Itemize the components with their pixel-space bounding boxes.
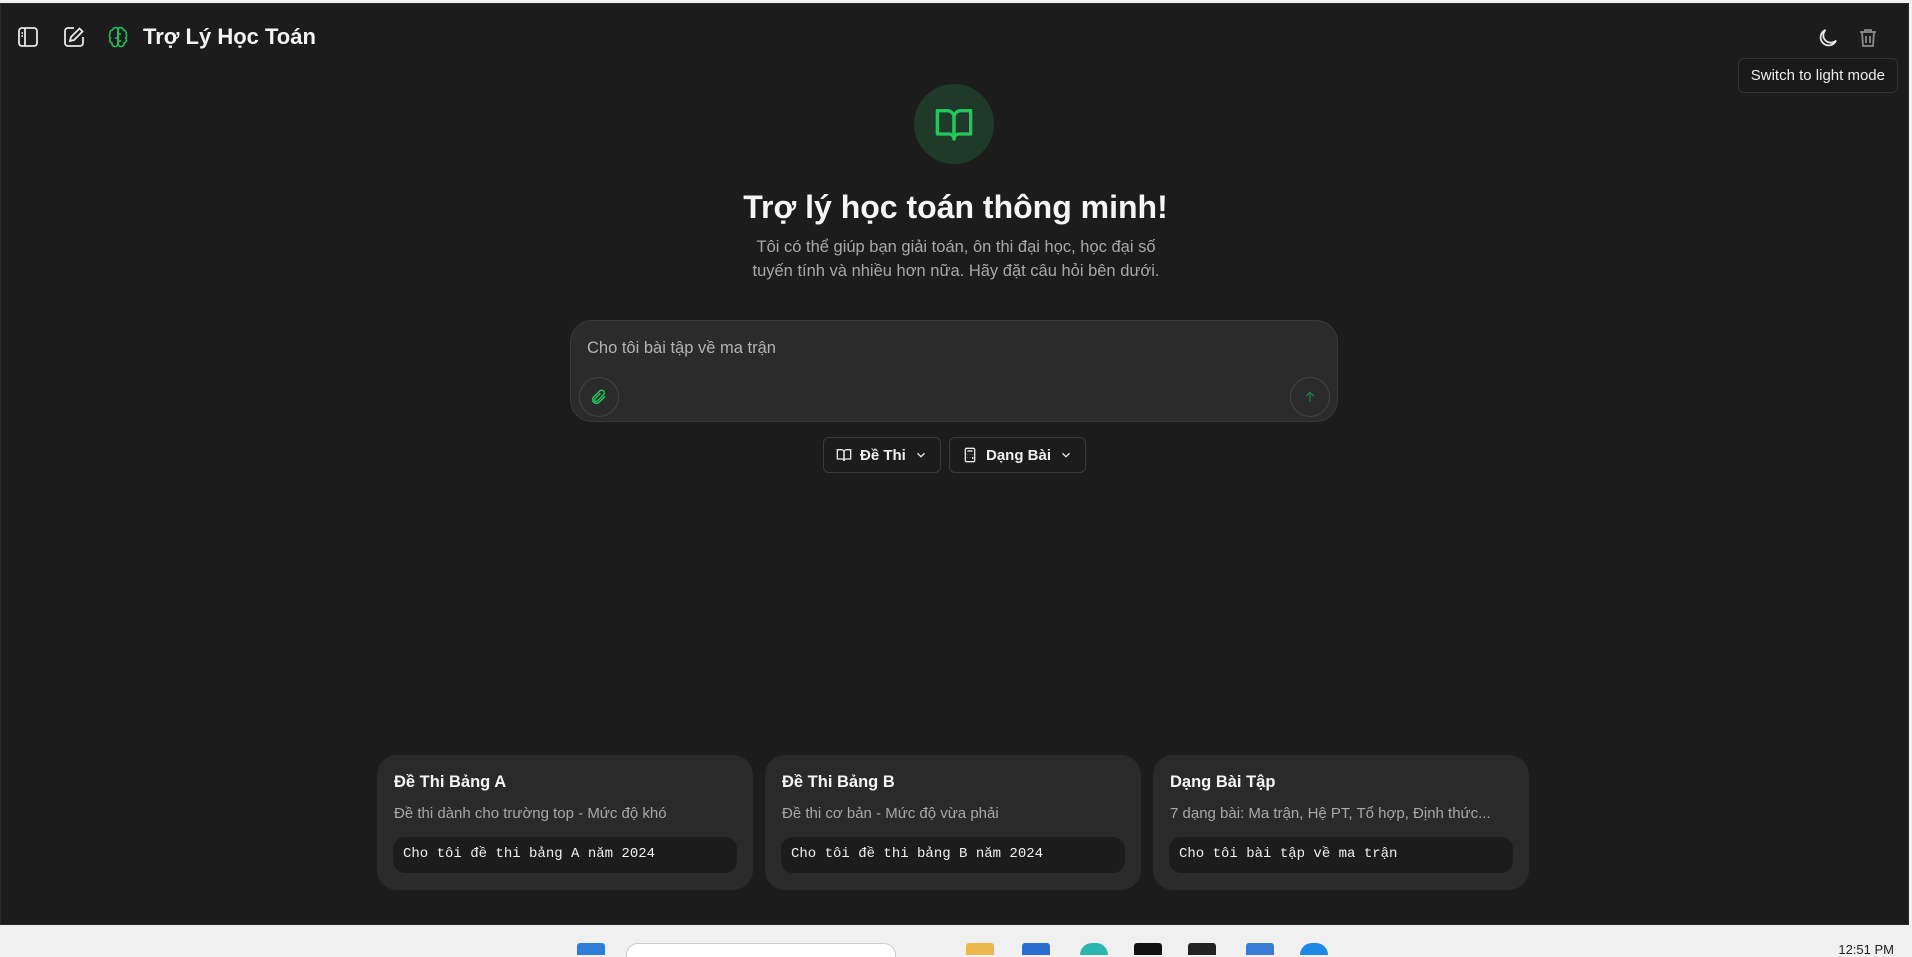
suggestion-card[interactable]: Đề Thi Bảng B Đề thi cơ bản - Mức độ vừa…	[765, 755, 1141, 890]
hero-subtitle: Tôi có thể giúp bạn giải toán, ôn thi đạ…	[752, 238, 1160, 280]
browser-icon[interactable]	[1080, 943, 1108, 955]
edit-icon	[64, 27, 84, 47]
calendar-icon[interactable]	[1246, 943, 1274, 955]
card-title: Đề Thi Bảng A	[394, 773, 507, 791]
top-bar: Trợ Lý Học Toán Switch to light mode	[1, 4, 1908, 93]
card-description: 7 dạng bài: Ma trận, Hệ PT, Tổ hợp, Định…	[1170, 805, 1491, 822]
edge-icon[interactable]	[1300, 943, 1328, 955]
os-taskbar: 12:51 PM	[0, 925, 1912, 957]
app-title: Trợ Lý Học Toán	[143, 24, 316, 49]
problem-type-dropdown[interactable]: Dạng Bài	[949, 437, 1087, 473]
send-button[interactable]	[1290, 377, 1330, 417]
exam-dropdown-label: Đề Thi	[860, 446, 906, 464]
brain-logo-icon	[103, 22, 133, 52]
terminal-icon[interactable]	[1134, 943, 1162, 955]
card-title: Dạng Bài Tập	[1170, 773, 1276, 791]
moon-icon	[1819, 29, 1837, 47]
sidebar-icon	[18, 27, 38, 47]
suggestion-card[interactable]: Đề Thi Bảng A Đề thi dành cho trường top…	[377, 755, 753, 890]
windows-start-icon[interactable]	[577, 943, 605, 955]
chevron-down-icon	[1062, 452, 1070, 458]
app-window: Trợ Lý Học Toán Switch to light mode Trợ…	[0, 3, 1909, 925]
chat-composer	[570, 320, 1338, 422]
app-icon[interactable]	[1188, 943, 1216, 955]
clock: 12:51 PM	[1838, 942, 1894, 957]
card-description: Đề thi cơ bản - Mức độ vừa phải	[782, 805, 999, 822]
sidebar-toggle-button[interactable]	[13, 22, 43, 52]
trash-icon	[1860, 29, 1876, 47]
card-title: Đề Thi Bảng B	[782, 773, 895, 791]
paperclip-icon	[591, 389, 606, 405]
message-input[interactable]	[587, 335, 1307, 361]
taskbar-search[interactable]	[626, 943, 896, 957]
file-explorer-icon[interactable]	[966, 943, 994, 955]
calculator-icon	[964, 447, 976, 463]
store-icon[interactable]	[1022, 943, 1050, 955]
new-chat-button[interactable]	[59, 22, 89, 52]
card-prompt[interactable]: Cho tôi đề thi bảng B năm 2024	[781, 837, 1125, 873]
theme-toggle-button[interactable]	[1814, 24, 1842, 52]
arrow-up-icon	[1305, 391, 1315, 402]
card-description: Đề thi dành cho trường top - Mức độ khó	[394, 805, 667, 822]
card-prompt[interactable]: Cho tôi bài tập về ma trận	[1169, 837, 1513, 873]
card-prompt[interactable]: Cho tôi đề thi bảng A năm 2024	[393, 837, 737, 873]
attach-button[interactable]	[579, 377, 619, 417]
problem-type-dropdown-label: Dạng Bài	[986, 446, 1052, 464]
hero-title: Trợ lý học toán thông minh!	[743, 189, 1168, 225]
theme-tooltip: Switch to light mode	[1737, 58, 1898, 93]
book-hero-icon	[914, 84, 994, 164]
exam-dropdown[interactable]: Đề Thi	[823, 437, 941, 473]
chevron-down-icon	[916, 452, 925, 458]
suggestion-card[interactable]: Dạng Bài Tập 7 dạng bài: Ma trận, Hệ PT,…	[1153, 755, 1529, 890]
book-icon	[836, 449, 852, 462]
clear-chat-button[interactable]	[1854, 24, 1882, 52]
